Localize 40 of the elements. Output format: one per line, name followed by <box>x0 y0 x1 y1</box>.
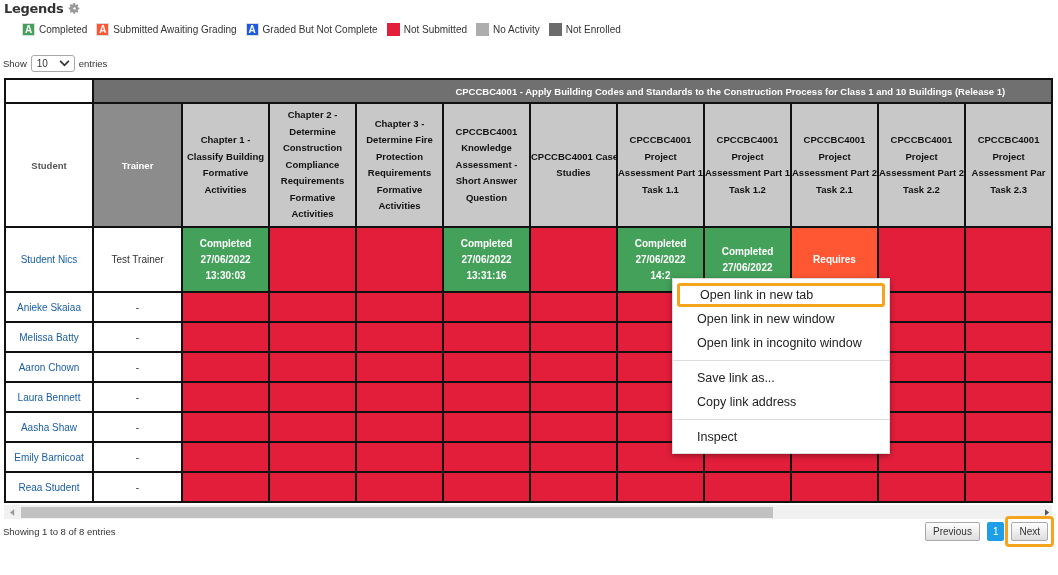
legend-swatch: A <box>96 23 110 36</box>
column-header: CPCCBC4001 Project Assessment Par Task 2.3 <box>965 103 1053 227</box>
legend-label: No Activity <box>493 24 540 35</box>
next-button[interactable]: Next <box>1011 522 1048 541</box>
show-label: Show <box>3 58 27 69</box>
scroll-right-icon[interactable] <box>1045 508 1050 516</box>
menu-item[interactable]: Open link in new window <box>673 307 889 331</box>
settings-icon[interactable] <box>68 1 82 15</box>
column-header: CPCCBC4001 Project Assessment Part 1 Task 1.1 <box>617 103 704 227</box>
menu-item[interactable]: Open link in new tab <box>677 283 885 307</box>
scroll-left-icon[interactable] <box>10 508 15 516</box>
legend-label: Not Enrolled <box>565 24 621 35</box>
unit-title: CPCCBC4001 - Apply Building Codes and Standards to the Construction Process for Class 1 and 10 Buildings (Release 1) <box>455 85 1006 97</box>
horizontal-scrollbar[interactable] <box>4 505 1052 519</box>
entries-label: entries <box>78 58 108 69</box>
trainer-header: Trainer <box>93 103 182 227</box>
column-header: CPCCBC4001 Project Assessment Part 2 Task 2.1 <box>791 103 878 227</box>
legend-swatch: A <box>22 23 35 36</box>
column-header: Chapter 2 - Determine Construction Compliance Requirements Formative Activities <box>269 103 356 227</box>
column-header: CPCCBC4001 Knowledge Assessment - Short Answer Question <box>443 103 530 227</box>
legend-label: Graded But Not Complete <box>262 24 378 35</box>
legend-label: Completed <box>39 24 88 35</box>
legends-title: Legends <box>4 0 64 16</box>
student-header: Student <box>5 103 93 227</box>
student-link[interactable]: Student Nics <box>20 254 78 265</box>
column-header: CPCCBC4001 Project Assessment Part 2 Task 2.2 <box>878 103 965 227</box>
column-header: Chapter 3 - Determine Fire Protection Requirements Formative Activities <box>356 103 443 227</box>
legend-swatch: A <box>245 23 259 36</box>
column-header: Chapter 1 - Classify Building Formative Activities <box>182 103 269 227</box>
previous-button[interactable]: Previous <box>924 522 980 541</box>
legend-label: Not Submitted <box>403 24 468 35</box>
entries-select[interactable]: 10 <box>30 55 75 72</box>
column-header: CPCCBC4001 Project Assessment Part 1 Task 1.2 <box>704 103 791 227</box>
entries-info: Showing 1 to 8 of 8 entries <box>3 526 116 537</box>
menu-item[interactable]: Copy link address <box>673 390 889 414</box>
menu-item[interactable]: Inspect <box>673 425 889 449</box>
chevron-icon <box>58 60 70 67</box>
legend-label: Submitted Awaiting Grading <box>113 24 237 35</box>
menu-item[interactable]: Save link as... <box>673 366 889 390</box>
menu-item[interactable]: Open link in incognito window <box>673 331 889 355</box>
